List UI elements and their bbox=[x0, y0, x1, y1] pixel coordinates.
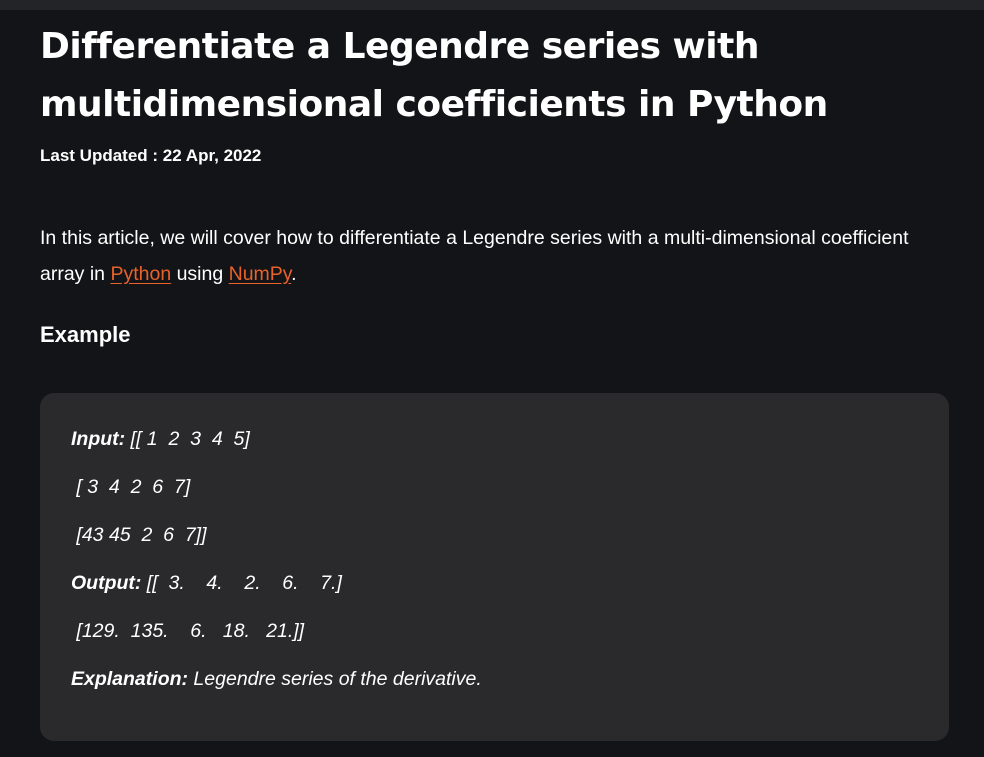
numpy-link[interactable]: NumPy bbox=[229, 263, 291, 285]
example-box: Input: [[ 1 2 3 4 5] [ 3 4 2 6 7] [43 45… bbox=[40, 393, 949, 741]
article-title: Differentiate a Legendre series with mul… bbox=[40, 26, 828, 125]
input-value: [[ 1 2 3 4 5] bbox=[125, 428, 250, 450]
example-input-line: Input: [[ 1 2 3 4 5] bbox=[71, 427, 918, 475]
article: Differentiate a Legendre series with mul… bbox=[40, 10, 950, 741]
last-updated: Last Updated : 22 Apr, 2022 bbox=[40, 146, 262, 165]
explanation-text: Legendre series of the derivative. bbox=[188, 668, 482, 690]
intro-text-middle: using bbox=[171, 263, 229, 285]
output-value: [[ 3. 4. 2. 6. 7.] bbox=[141, 572, 342, 594]
top-bar bbox=[0, 0, 984, 10]
example-input-row: [ 3 4 2 6 7] bbox=[71, 476, 191, 498]
input-label: Input: bbox=[71, 428, 126, 450]
output-label: Output: bbox=[71, 572, 142, 594]
example-input-row: [43 45 2 6 7]] bbox=[71, 524, 207, 546]
article-intro: In this article, we will cover how to di… bbox=[40, 220, 950, 292]
example-heading: Example bbox=[40, 322, 131, 347]
example-output-row: [129. 135. 6. 18. 21.]] bbox=[71, 620, 305, 642]
example-output-line: Output: [[ 3. 4. 2. 6. 7.] bbox=[71, 571, 918, 619]
example-explanation-line: Explanation: Legendre series of the deri… bbox=[71, 667, 918, 715]
intro-text-end: . bbox=[291, 263, 297, 285]
explanation-label: Explanation: bbox=[71, 668, 189, 690]
python-link[interactable]: Python bbox=[110, 263, 171, 285]
